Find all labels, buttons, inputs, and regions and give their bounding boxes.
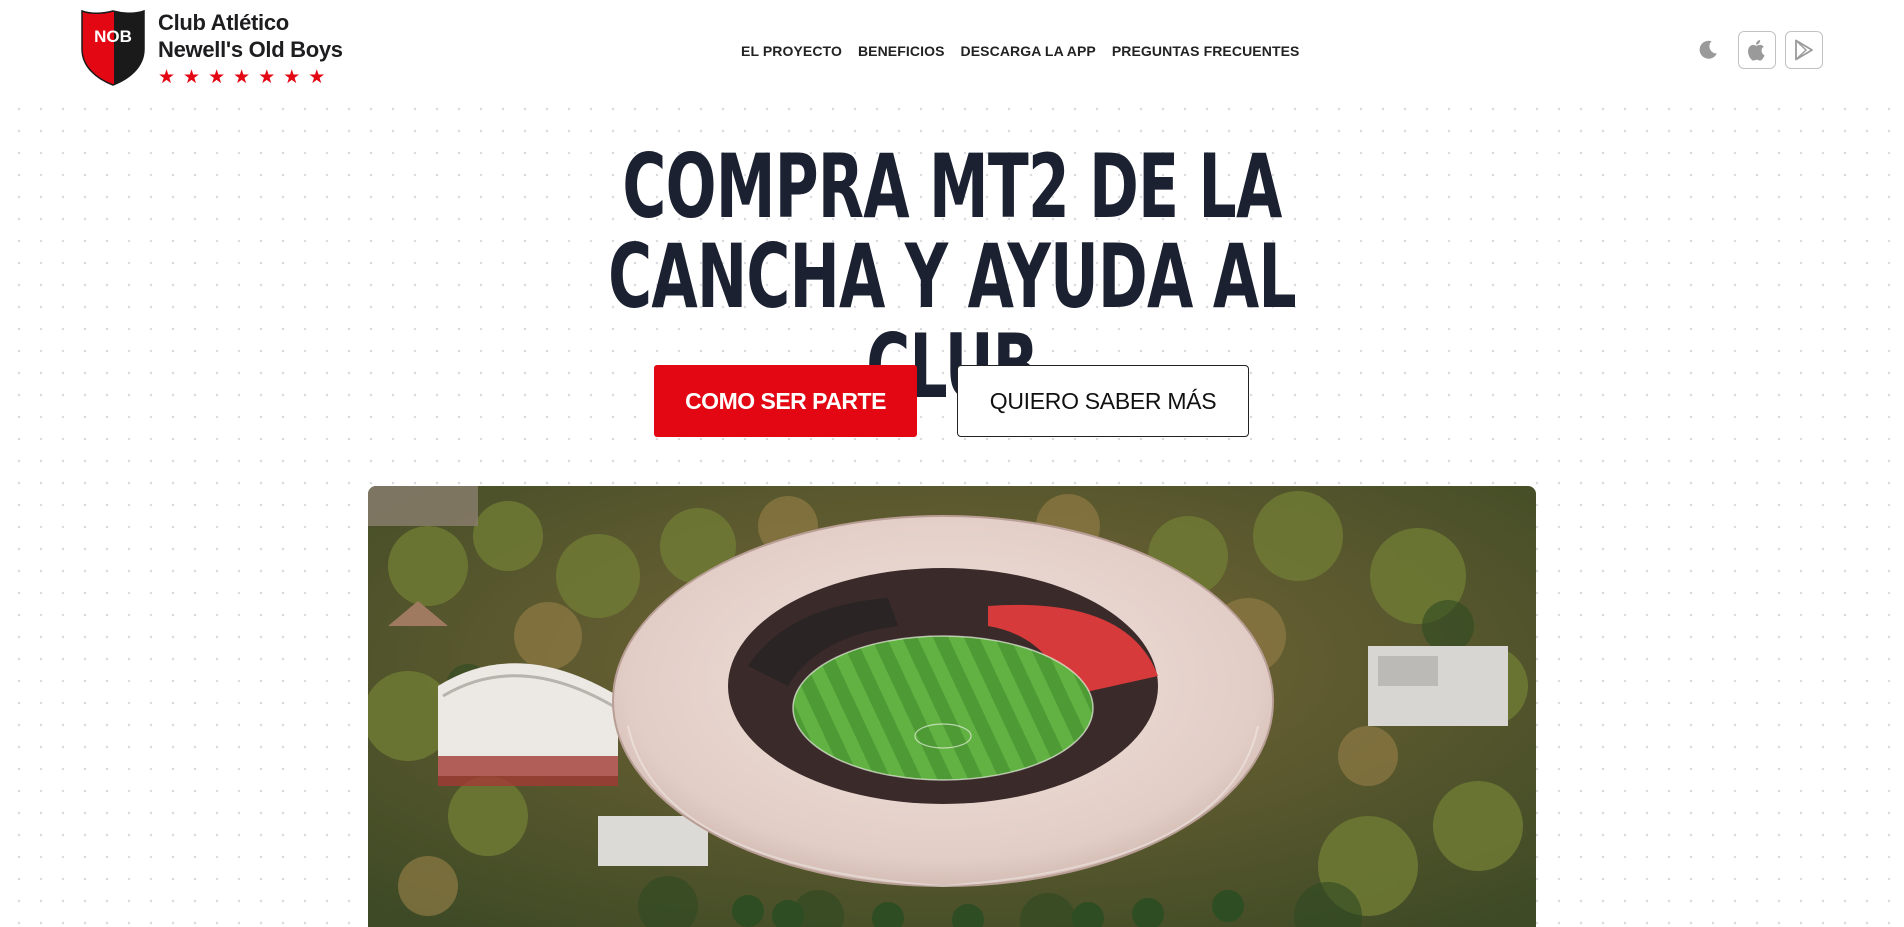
- main-nav: EL PROYECTO BENEFICIOS DESCARGA LA APP P…: [741, 43, 1299, 59]
- star-icon: ★: [158, 66, 176, 88]
- page: NOB Club Atlético Newell's Old Boys ★ ★ …: [0, 0, 1904, 927]
- star-icon: ★: [183, 66, 201, 88]
- shield-text: NOB: [94, 27, 132, 46]
- star-icon: ★: [258, 66, 276, 88]
- brand-name-line2: Newell's Old Boys: [158, 37, 343, 62]
- apple-icon: [1748, 40, 1765, 61]
- star-icon: ★: [233, 66, 251, 88]
- brand-stars: ★ ★ ★ ★ ★ ★ ★: [158, 67, 343, 87]
- quiero-saber-mas-button[interactable]: QUIERO SABER MÁS: [957, 365, 1249, 437]
- brand-name-line1: Club Atlético: [158, 10, 289, 35]
- club-shield-icon: NOB: [81, 9, 145, 86]
- nav-link-descarga-la-app[interactable]: DESCARGA LA APP: [961, 43, 1096, 59]
- nav-link-beneficios[interactable]: BENEFICIOS: [858, 43, 945, 59]
- star-icon: ★: [208, 66, 226, 88]
- theme-toggle-button[interactable]: [1695, 37, 1721, 63]
- site-header: NOB Club Atlético Newell's Old Boys ★ ★ …: [0, 0, 1904, 104]
- header-actions: [1695, 31, 1832, 69]
- stadium-aerial-image: [368, 486, 1536, 927]
- star-icon: ★: [283, 66, 301, 88]
- google-play-icon: [1795, 39, 1813, 61]
- brand-text: Club Atlético Newell's Old Boys ★ ★ ★ ★ …: [158, 9, 343, 87]
- nav-link-el-proyecto[interactable]: EL PROYECTO: [741, 43, 842, 59]
- play-store-button[interactable]: [1785, 31, 1823, 69]
- moon-icon: [1699, 40, 1717, 59]
- club-logo[interactable]: NOB Club Atlético Newell's Old Boys ★ ★ …: [80, 9, 343, 87]
- nav-link-preguntas-frecuentes[interactable]: PREGUNTAS FRECUENTES: [1112, 43, 1300, 59]
- app-store-button[interactable]: [1738, 31, 1776, 69]
- star-icon: ★: [308, 66, 326, 88]
- como-ser-parte-button[interactable]: COMO SER PARTE: [654, 365, 917, 437]
